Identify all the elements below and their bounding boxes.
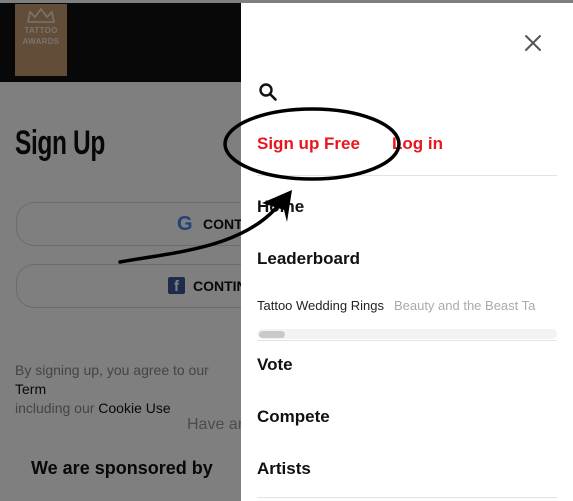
search-button[interactable] (258, 82, 278, 102)
nav-drawer: Sign up Free Log in Home Leaderboard Tat… (241, 3, 573, 501)
nav-item-artists[interactable]: Artists (257, 459, 311, 479)
close-icon (525, 35, 541, 51)
close-button[interactable] (523, 33, 543, 53)
tag-tattoo-wedding-rings[interactable]: Tattoo Wedding Rings (257, 298, 384, 313)
tag-beauty-and-the-beast[interactable]: Beauty and the Beast Ta (394, 298, 535, 313)
divider (257, 340, 557, 341)
auth-links: Sign up Free Log in (257, 134, 443, 154)
nav-item-vote[interactable]: Vote (257, 355, 293, 375)
horizontal-scrollbar[interactable] (257, 329, 557, 339)
scrollbar-thumb[interactable] (259, 331, 285, 338)
divider (257, 497, 557, 498)
sign-up-free-link[interactable]: Sign up Free (257, 134, 360, 154)
log-in-link[interactable]: Log in (392, 134, 443, 154)
divider (257, 175, 557, 176)
search-icon (259, 83, 277, 101)
tag-carousel: Tattoo Wedding Rings Beauty and the Beas… (257, 298, 535, 313)
nav-item-leaderboard[interactable]: Leaderboard (257, 249, 360, 269)
nav-item-compete[interactable]: Compete (257, 407, 330, 427)
nav-item-home[interactable]: Home (257, 197, 304, 217)
